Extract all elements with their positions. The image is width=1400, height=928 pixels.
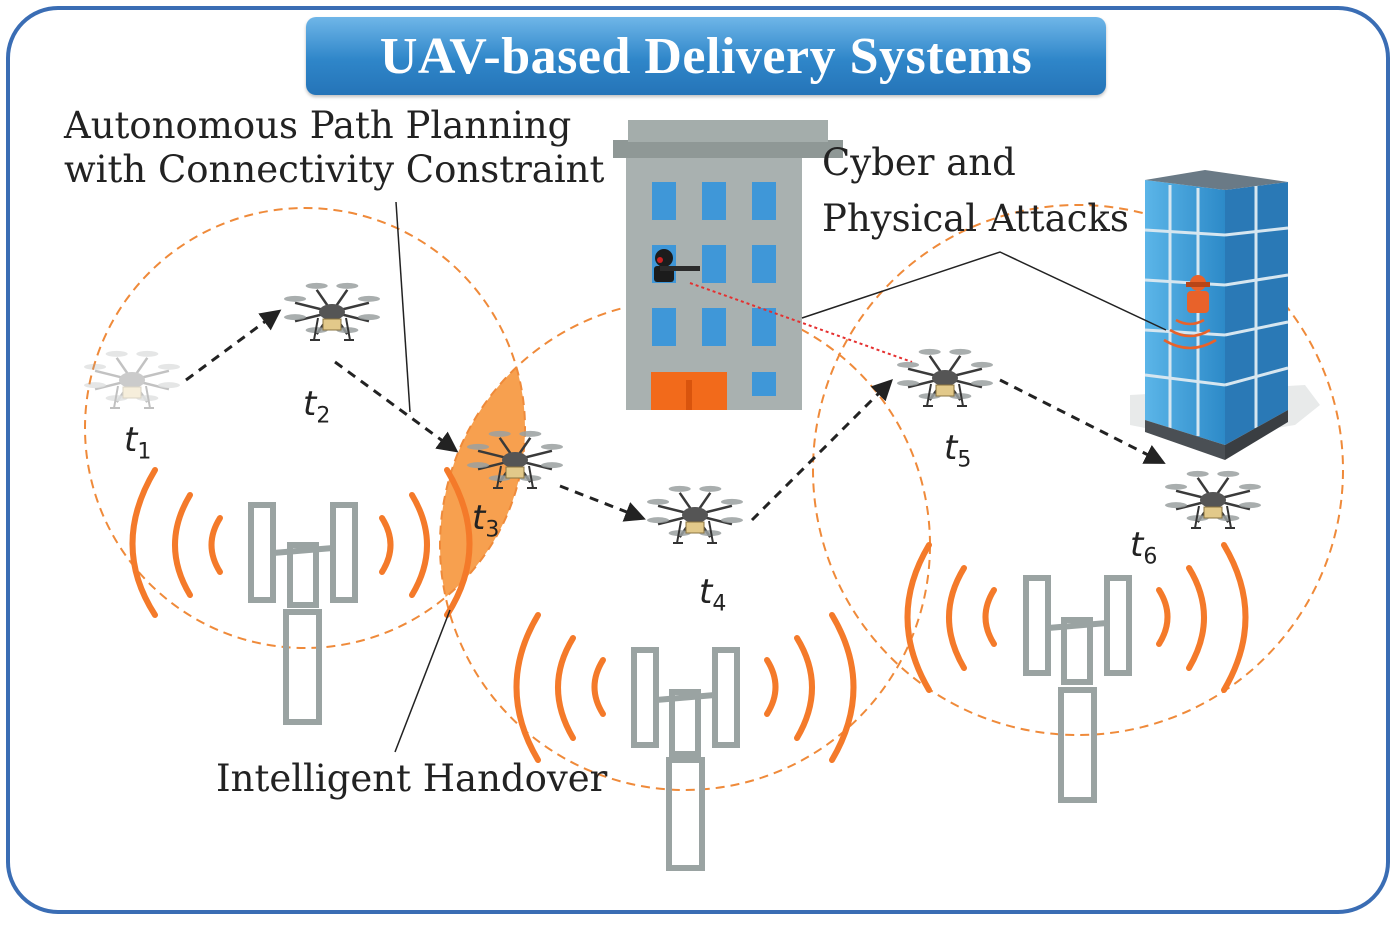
time-step-label-2: t2 bbox=[303, 384, 331, 429]
drone-icon bbox=[897, 348, 993, 407]
drone-icon bbox=[647, 485, 743, 544]
office-building-icon bbox=[613, 120, 843, 410]
cell-tower-icon bbox=[1023, 575, 1132, 803]
attacks-label: Cyber and Physical Attacks bbox=[822, 135, 1129, 246]
path-planning-label-line1: Autonomous Path Planning bbox=[64, 104, 572, 147]
path-planning-label-line2: with Connectivity Constraint bbox=[64, 148, 605, 192]
diagram-title: UAV-based Delivery Systems bbox=[379, 27, 1033, 85]
time-step-label-4: t4 bbox=[699, 572, 727, 617]
cell-tower-icon bbox=[631, 647, 740, 871]
flight-path-arrow bbox=[334, 360, 459, 453]
flight-path-arrow bbox=[185, 309, 282, 382]
cell-tower-icon bbox=[248, 502, 358, 725]
title-banner: UAV-based Delivery Systems bbox=[306, 17, 1106, 95]
diagram-canvas: UAV-based Delivery Systems Autonomous Pa… bbox=[0, 0, 1400, 928]
drone-icon bbox=[284, 282, 380, 341]
flight-path-arrow bbox=[559, 484, 646, 522]
time-step-label-1: t1 bbox=[124, 420, 152, 465]
attacks-callout-line bbox=[801, 251, 1167, 331]
handover-callout-line bbox=[394, 609, 451, 753]
time-step-label-5: t5 bbox=[944, 428, 972, 473]
signal-waves-2 bbox=[513, 612, 857, 763]
handover-label: Intelligent Handover bbox=[216, 757, 608, 800]
path-planning-label: Autonomous Path Planning with Connectivi… bbox=[64, 104, 604, 193]
attacks-label-line2: Physical Attacks bbox=[822, 196, 1129, 240]
time-step-label-3: t3 bbox=[472, 498, 500, 543]
glass-tower-icon bbox=[1130, 170, 1320, 460]
attacks-label-line1: Cyber and bbox=[822, 141, 1016, 184]
drone-icon bbox=[84, 350, 180, 409]
time-step-label-6: t6 bbox=[1130, 525, 1158, 570]
drone-icon bbox=[1165, 470, 1261, 529]
